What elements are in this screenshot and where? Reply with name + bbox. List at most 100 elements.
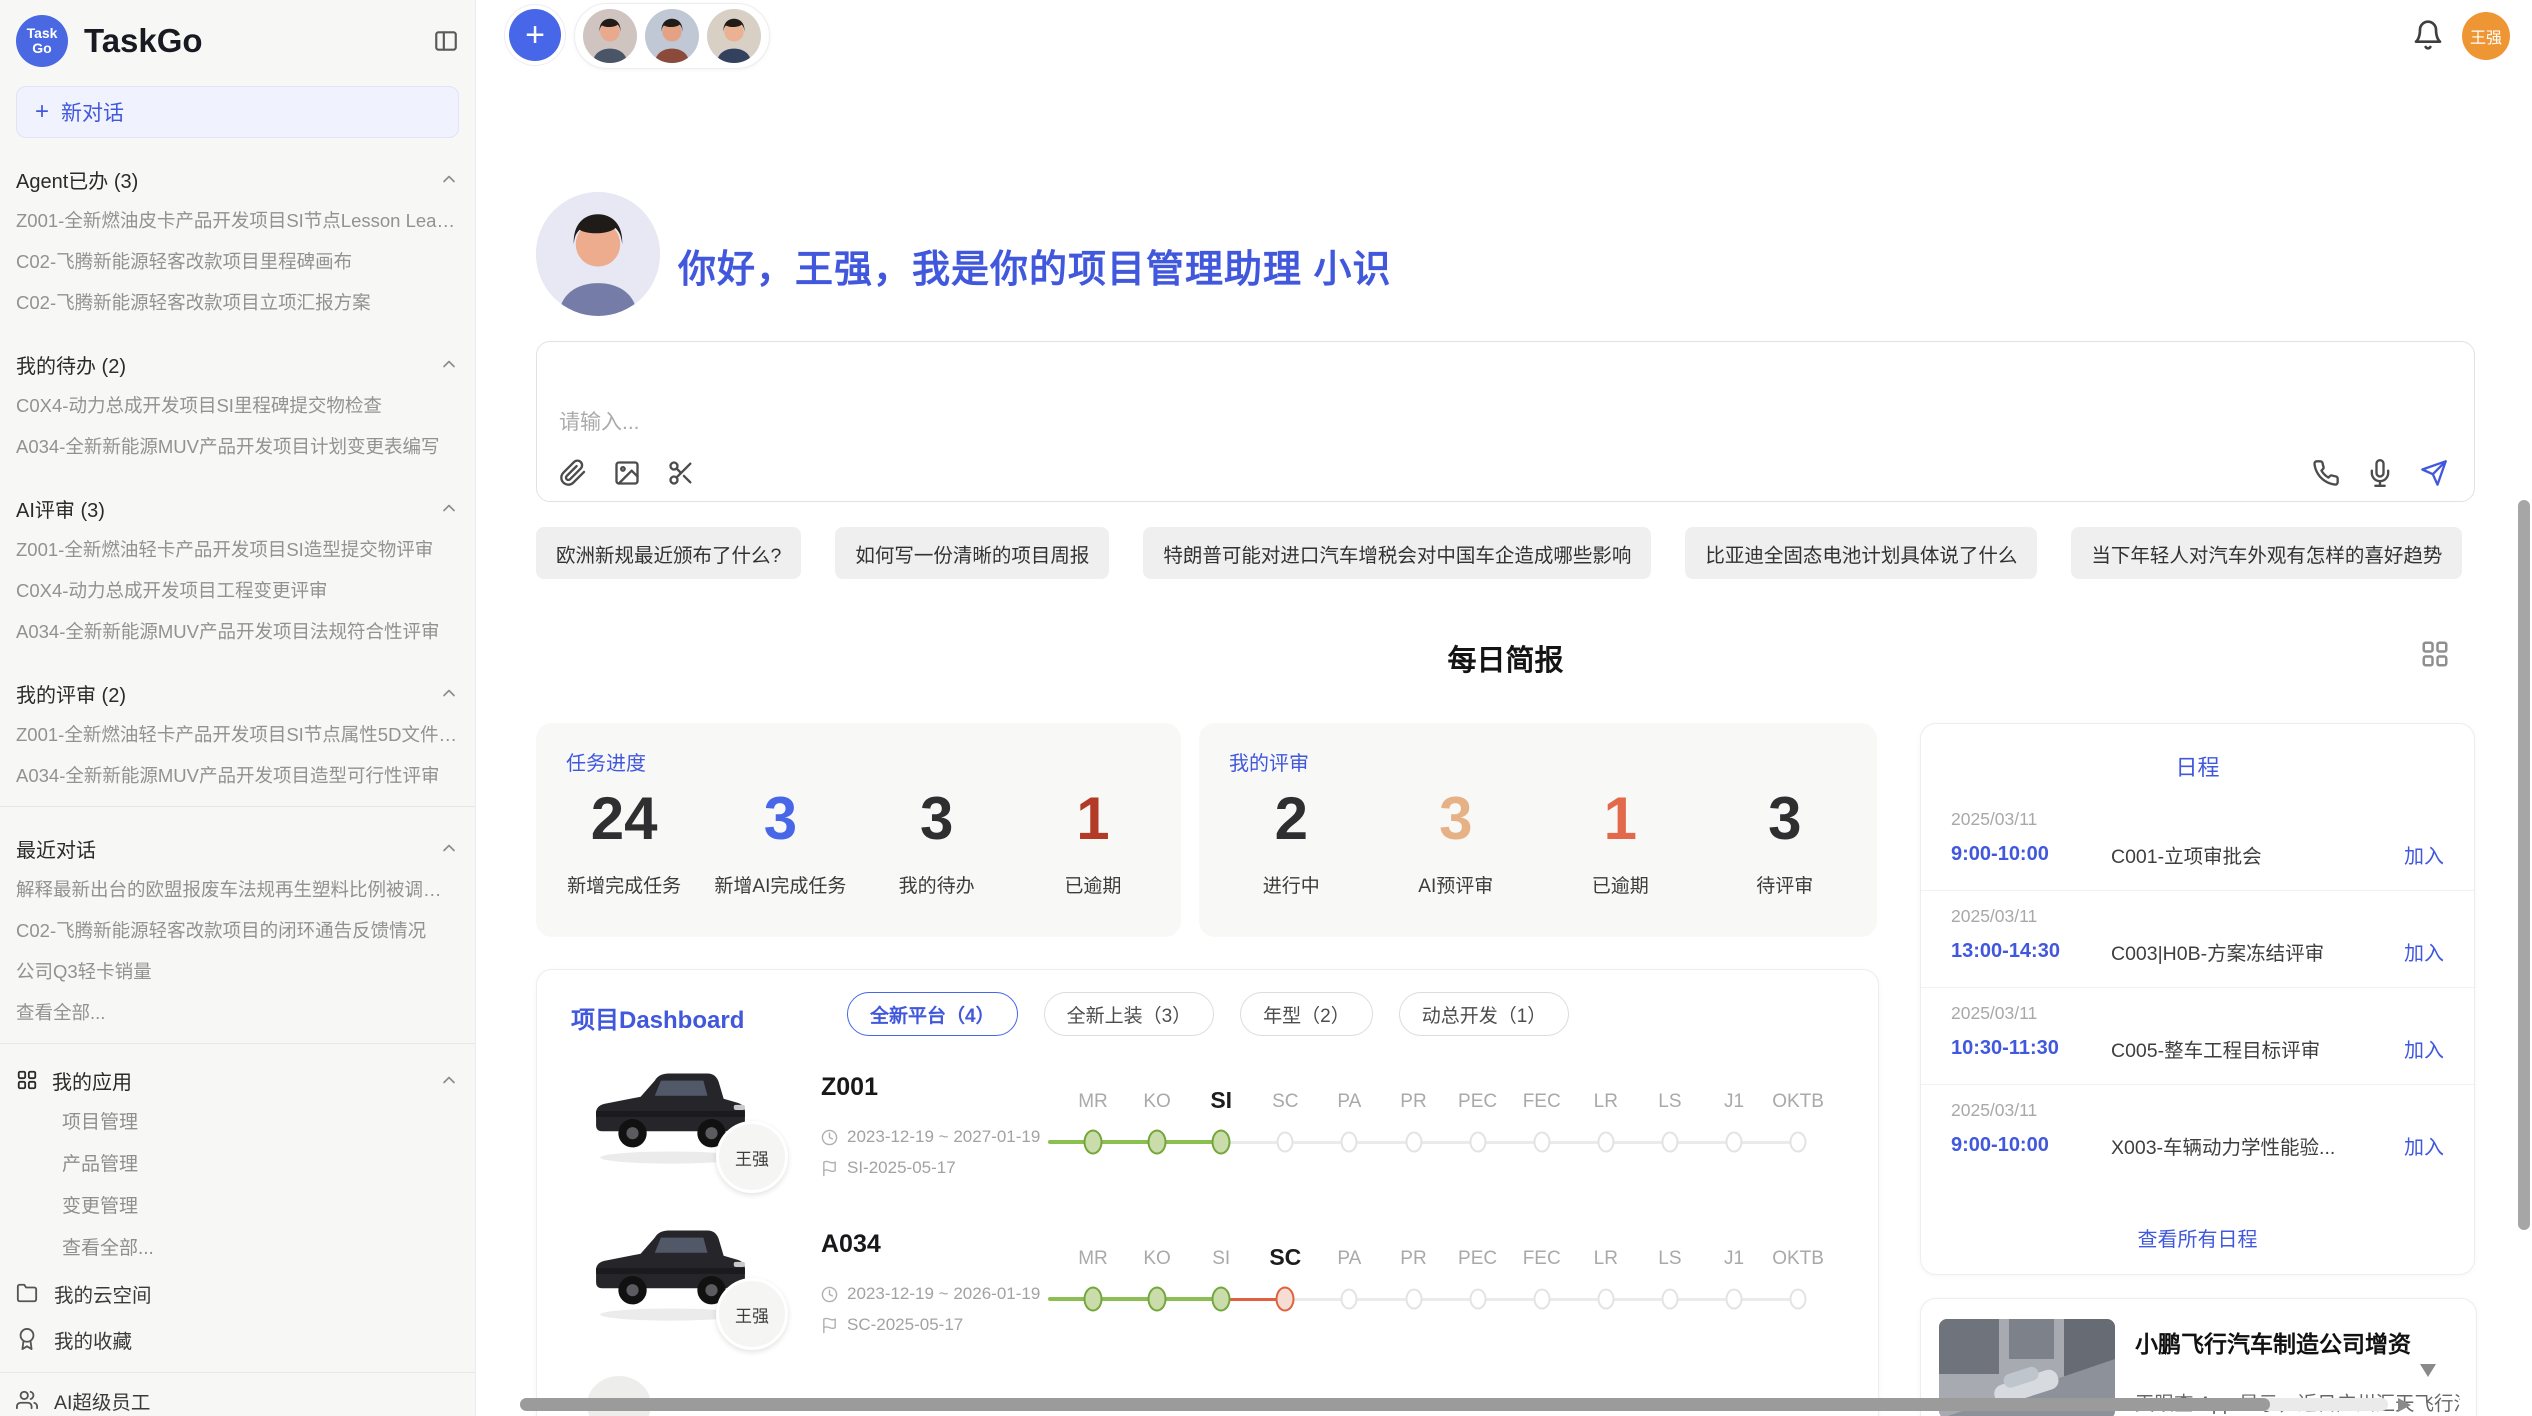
milestone-dot[interactable] bbox=[1597, 1132, 1614, 1153]
suggestion-chip[interactable]: 当下年轻人对汽车外观有怎样的喜好趋势 bbox=[2071, 527, 2462, 579]
app-item[interactable]: 项目管理 bbox=[16, 1102, 459, 1144]
sidebar-item[interactable]: A034-全新新能源MUV产品开发项目法规符合性评审 bbox=[16, 611, 459, 652]
join-link[interactable]: 加入 bbox=[2404, 1131, 2444, 1160]
view-all-schedule-link[interactable]: 查看所有日程 bbox=[1921, 1223, 2474, 1274]
project-row[interactable]: 王强 Z001 2023-12-19 ~ 2027-01-19 SI-2025-… bbox=[590, 1057, 1870, 1209]
sidebar-item[interactable]: Z001-全新燃油皮卡产品开发项目SI节点Lesson Learn报告 bbox=[16, 200, 459, 241]
sidebar-collapse-icon[interactable] bbox=[433, 28, 459, 54]
app-item[interactable]: 产品管理 bbox=[16, 1144, 459, 1186]
recent-chat-item[interactable]: 公司Q3轻卡销量 bbox=[16, 951, 459, 992]
sidebar-group-header-agent-done[interactable]: Agent已办 (3) bbox=[16, 158, 459, 200]
suggestion-chip[interactable]: 欧洲新规最近颁布了什么? bbox=[536, 527, 801, 579]
chevron-up-icon[interactable] bbox=[439, 683, 459, 703]
phone-icon[interactable] bbox=[2312, 459, 2340, 487]
task-progress-card: 任务进度 24 新增完成任务 3 新增AI完成任务 3 我的待办 bbox=[536, 723, 1181, 937]
milestone-dot[interactable] bbox=[1277, 1132, 1294, 1153]
sidebar-item[interactable]: C02-飞腾新能源轻客改款项目立项汇报方案 bbox=[16, 282, 459, 323]
briefing-layout-icon[interactable] bbox=[2420, 639, 2450, 669]
avatar[interactable] bbox=[707, 9, 761, 63]
sidebar-item[interactable]: Z001-全新燃油轻卡产品开发项目SI造型提交物评审 bbox=[16, 529, 459, 570]
milestone-dot[interactable] bbox=[1148, 1287, 1167, 1312]
sidebar-item-ai-staff[interactable]: AI超级员工 bbox=[16, 1377, 459, 1416]
image-icon[interactable] bbox=[613, 459, 641, 487]
recent-chat-item[interactable]: 解释最新出台的欧盟报废车法规再生塑料比例被调至15%... bbox=[16, 869, 459, 910]
milestone-dot[interactable] bbox=[1469, 1132, 1486, 1153]
project-row[interactable]: 王强 A034 2023-12-19 ~ 2026-01-19 SC-2025-… bbox=[590, 1214, 1870, 1366]
join-link[interactable]: 加入 bbox=[2404, 937, 2444, 966]
milestone-dot[interactable] bbox=[1597, 1289, 1614, 1310]
user-avatar[interactable]: 王强 bbox=[2462, 12, 2510, 60]
paperclip-icon[interactable] bbox=[559, 459, 587, 487]
message-input[interactable]: 请输入... bbox=[536, 341, 2475, 502]
new-chat-button[interactable]: + 新对话 bbox=[16, 86, 459, 138]
join-link[interactable]: 加入 bbox=[2404, 840, 2444, 869]
chevron-up-icon[interactable] bbox=[439, 838, 459, 858]
app-item[interactable]: 变更管理 bbox=[16, 1186, 459, 1228]
logo-text-bottom: Go bbox=[32, 41, 51, 56]
milestone-dot[interactable] bbox=[1148, 1130, 1167, 1155]
group-title: AI评审 (3) bbox=[16, 494, 105, 523]
sidebar-group-header-ai-review[interactable]: AI评审 (3) bbox=[16, 487, 459, 529]
new-session-button[interactable]: + bbox=[509, 9, 561, 61]
sidebar-my-apps[interactable]: 我的应用 bbox=[16, 1058, 459, 1102]
avatar[interactable] bbox=[645, 9, 699, 63]
scissors-icon[interactable] bbox=[667, 459, 695, 487]
sidebar-item[interactable]: C0X4-动力总成开发项目SI里程碑提交物检查 bbox=[16, 385, 459, 426]
milestone-dot[interactable] bbox=[1726, 1132, 1743, 1153]
milestone-dot[interactable] bbox=[1790, 1289, 1807, 1310]
sidebar-item[interactable]: C02-飞腾新能源轻客改款项目里程碑画布 bbox=[16, 241, 459, 282]
avatar[interactable] bbox=[583, 9, 637, 63]
microphone-icon[interactable] bbox=[2366, 459, 2394, 487]
horizontal-scrollbar[interactable] bbox=[520, 1398, 2270, 1411]
filter-pill[interactable]: 年型（2） bbox=[1240, 992, 1373, 1036]
suggestion-chip[interactable]: 如何写一份清晰的项目周报 bbox=[835, 527, 1109, 579]
sidebar-item-favorites[interactable]: 我的收藏 bbox=[16, 1316, 459, 1362]
milestone-dot[interactable] bbox=[1084, 1130, 1103, 1155]
recent-view-all[interactable]: 查看全部... bbox=[16, 992, 459, 1033]
schedule-time: 9:00-10:00 bbox=[1951, 1134, 2111, 1157]
filter-pill[interactable]: 全新平台（4） bbox=[847, 992, 1018, 1036]
milestone-dot[interactable] bbox=[1533, 1289, 1550, 1310]
app-item[interactable]: 查看全部... bbox=[16, 1228, 459, 1270]
milestone-dot[interactable] bbox=[1341, 1132, 1358, 1153]
chevron-up-icon[interactable] bbox=[439, 1070, 459, 1090]
milestone-dot[interactable] bbox=[1469, 1289, 1486, 1310]
filter-pill[interactable]: 全新上装（3） bbox=[1044, 992, 1215, 1036]
milestone-dot[interactable] bbox=[1661, 1289, 1678, 1310]
sidebar-group-items: Z001-全新燃油皮卡产品开发项目SI节点Lesson Learn报告C02-飞… bbox=[16, 200, 459, 323]
milestone-dot[interactable] bbox=[1533, 1132, 1550, 1153]
milestone-label: KO bbox=[1143, 1091, 1170, 1113]
suggestion-chip[interactable]: 比亚迪全固态电池计划具体说了什么 bbox=[1685, 527, 2037, 579]
filter-pill[interactable]: 动总开发（1） bbox=[1399, 992, 1570, 1036]
milestone-dot[interactable] bbox=[1661, 1132, 1678, 1153]
milestone-dot[interactable] bbox=[1405, 1289, 1422, 1310]
sidebar-item-cloud-space[interactable]: 我的云空间 bbox=[16, 1270, 459, 1316]
sidebar-item[interactable]: A034-全新新能源MUV产品开发项目造型可行性评审 bbox=[16, 755, 459, 796]
milestone-dot[interactable] bbox=[1212, 1287, 1231, 1312]
scroll-right-arrow[interactable] bbox=[2398, 1398, 2411, 1412]
chevron-up-icon[interactable] bbox=[439, 169, 459, 189]
send-icon[interactable] bbox=[2420, 459, 2448, 487]
group-title: 我的评审 (2) bbox=[16, 679, 126, 708]
sidebar-group-header-recent[interactable]: 最近对话 bbox=[16, 827, 459, 869]
milestone-dot[interactable] bbox=[1341, 1289, 1358, 1310]
sidebar-item[interactable]: C0X4-动力总成开发项目工程变更评审 bbox=[16, 570, 459, 611]
milestone-dot[interactable] bbox=[1084, 1287, 1103, 1312]
join-link[interactable]: 加入 bbox=[2404, 1034, 2444, 1063]
milestone-dot[interactable] bbox=[1726, 1289, 1743, 1310]
recent-chat-item[interactable]: C02-飞腾新能源轻客改款项目的闭环通告反馈情况 bbox=[16, 910, 459, 951]
milestone-dot[interactable] bbox=[1405, 1132, 1422, 1153]
chevron-up-icon[interactable] bbox=[439, 354, 459, 374]
sidebar-group-header-my-review[interactable]: 我的评审 (2) bbox=[16, 672, 459, 714]
vertical-scrollbar[interactable] bbox=[2518, 500, 2530, 1230]
scroll-down-arrow[interactable] bbox=[2420, 1364, 2436, 1377]
sidebar-group-header-my-todo[interactable]: 我的待办 (2) bbox=[16, 343, 459, 385]
milestone-dot[interactable] bbox=[1276, 1287, 1295, 1312]
chevron-up-icon[interactable] bbox=[439, 498, 459, 518]
milestone-dot[interactable] bbox=[1212, 1130, 1231, 1155]
notification-bell-icon[interactable] bbox=[2412, 19, 2444, 51]
suggestion-chip[interactable]: 特朗普可能对进口汽车增税会对中国车企造成哪些影响 bbox=[1143, 527, 1651, 579]
milestone-dot[interactable] bbox=[1790, 1132, 1807, 1153]
sidebar-item[interactable]: A034-全新新能源MUV产品开发项目计划变更表编写 bbox=[16, 426, 459, 467]
sidebar-item[interactable]: Z001-全新燃油轻卡产品开发项目SI节点属性5D文件评审 bbox=[16, 714, 459, 755]
